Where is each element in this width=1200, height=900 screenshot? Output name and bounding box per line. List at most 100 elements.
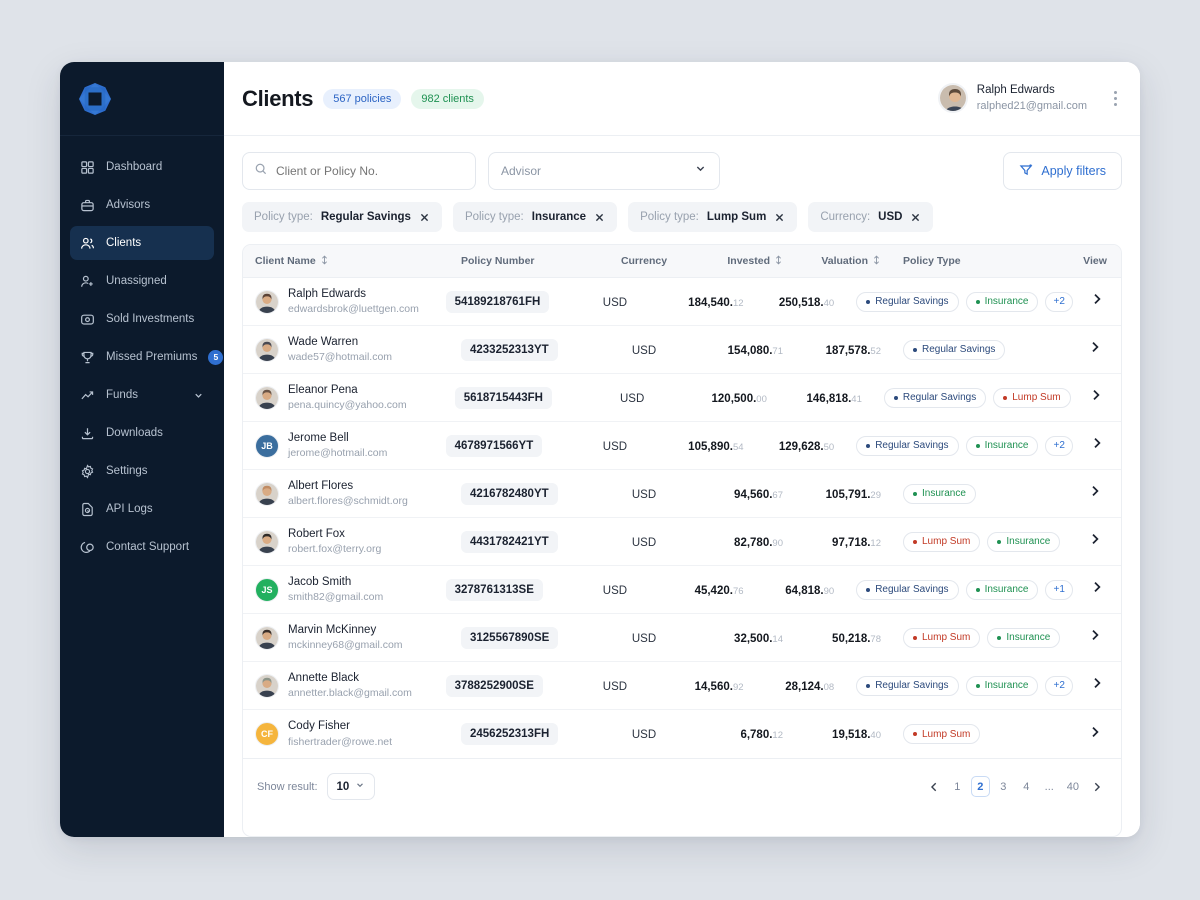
pagination-page-button[interactable]: 40: [1063, 776, 1083, 797]
chevron-right-icon[interactable]: [1090, 580, 1104, 599]
page-size-select[interactable]: 10: [327, 773, 376, 800]
sidebar-item-unassigned[interactable]: Unassigned: [70, 264, 214, 298]
policy-type-tag: Lump Sum: [903, 628, 980, 648]
sidebar-item-dashboard[interactable]: Dashboard: [70, 150, 214, 184]
pagination-page-button[interactable]: 1: [948, 776, 967, 797]
more-options-icon[interactable]: [1106, 91, 1124, 106]
cell-policy-type: Lump Sum: [881, 724, 1069, 744]
policy-type-label: Insurance: [985, 680, 1029, 691]
user-profile[interactable]: Ralph Edwards ralphed21@gmail.com: [938, 83, 1124, 113]
table-row[interactable]: Annette Blackannetter.black@gmail.com378…: [243, 662, 1121, 710]
chevron-right-icon[interactable]: [1090, 436, 1104, 455]
cell-view[interactable]: [1069, 340, 1121, 359]
chevron-down-icon[interactable]: [193, 390, 204, 401]
chevron-right-icon[interactable]: [1088, 484, 1102, 503]
remove-filter-icon[interactable]: [910, 212, 921, 223]
chevron-right-icon[interactable]: [1090, 292, 1104, 311]
remove-filter-icon[interactable]: [594, 212, 605, 223]
apply-filters-button[interactable]: Apply filters: [1003, 152, 1122, 190]
trophy-icon: [80, 350, 95, 365]
column-header-client-name[interactable]: Client Name: [243, 255, 461, 268]
table-row[interactable]: JBJerome Belljerome@hotmail.com467897156…: [243, 422, 1121, 470]
invested-amount: 45,420.76: [695, 585, 744, 597]
cell-view[interactable]: [1071, 388, 1121, 407]
table-row[interactable]: Eleanor Penapena.quincy@yahoo.com5618715…: [243, 374, 1121, 422]
column-header-invested[interactable]: Invested: [685, 255, 783, 268]
sidebar-item-funds[interactable]: Funds: [70, 378, 214, 412]
pagination-page-button[interactable]: 4: [1017, 776, 1036, 797]
filter-chip[interactable]: Policy type:Lump Sum: [628, 202, 797, 232]
policy-type-label: Regular Savings: [875, 584, 948, 595]
cell-invested: 105,890.54: [653, 437, 744, 455]
cell-invested: 32,500.14: [685, 629, 783, 647]
advisor-select[interactable]: Advisor: [488, 152, 720, 190]
pagination-prev-button[interactable]: [924, 776, 944, 797]
pagination-page-button[interactable]: 3: [994, 776, 1013, 797]
chevron-right-icon[interactable]: [1088, 725, 1102, 744]
sort-icon: [872, 255, 881, 268]
chevron-right-icon[interactable]: [1088, 532, 1102, 551]
sidebar-item-api-logs[interactable]: API Logs: [70, 492, 214, 526]
chevron-right-icon[interactable]: [1088, 628, 1102, 647]
sidebar-item-missed-premiums[interactable]: Missed Premiums 5: [70, 340, 214, 374]
cell-invested: 6,780.12: [685, 725, 783, 743]
policy-type-tag: Insurance: [987, 628, 1060, 648]
policy-type-more-tag[interactable]: +1: [1045, 580, 1072, 600]
search-box[interactable]: [242, 152, 476, 190]
sidebar-item-sold-investments[interactable]: Sold Investments: [70, 302, 214, 336]
cell-view[interactable]: [1069, 484, 1121, 503]
policy-number: 54189218761FH: [446, 291, 550, 313]
sidebar-item-settings[interactable]: Settings: [70, 454, 214, 488]
policy-type-more-tag[interactable]: +2: [1045, 676, 1072, 696]
cell-policy-number: 3278761313SE: [446, 579, 577, 601]
pagination-page-button[interactable]: 2: [971, 776, 990, 797]
cell-view[interactable]: [1073, 676, 1121, 695]
search-input[interactable]: [276, 164, 464, 178]
cell-client-name: JBJerome Belljerome@hotmail.com: [243, 431, 446, 461]
avatar-initials: JB: [261, 441, 273, 451]
main-area: Clients 567 policies 982 clients Ralph E…: [224, 62, 1140, 837]
cell-view[interactable]: [1069, 725, 1121, 744]
chevron-right-icon[interactable]: [1090, 676, 1104, 695]
filter-chip[interactable]: Policy type:Regular Savings: [242, 202, 442, 232]
invested-amount: 105,890.54: [688, 441, 743, 453]
column-label: Policy Type: [903, 255, 961, 267]
table-footer: Show result: 10 1234...40: [243, 758, 1121, 814]
sidebar-item-downloads[interactable]: Downloads: [70, 416, 214, 450]
chevron-right-icon[interactable]: [1089, 388, 1103, 407]
valuation-decimal: 29: [870, 490, 881, 501]
sidebar-item-contact-support[interactable]: Contact Support: [70, 530, 214, 564]
table-row[interactable]: Robert Foxrobert.fox@terry.org4431782421…: [243, 518, 1121, 566]
table-row[interactable]: Wade Warrenwade57@hotmail.com4233252313Y…: [243, 326, 1121, 374]
cell-view[interactable]: [1069, 532, 1121, 551]
cell-view[interactable]: [1073, 580, 1121, 599]
table-row[interactable]: Ralph Edwardsedwardsbrok@luettgen.com541…: [243, 278, 1121, 326]
sidebar-item-clients[interactable]: Clients: [70, 226, 214, 260]
column-header-valuation[interactable]: Valuation: [783, 255, 881, 268]
table-row[interactable]: CFCody Fisherfishertrader@rowe.net245625…: [243, 710, 1121, 758]
remove-filter-icon[interactable]: [774, 212, 785, 223]
policy-type-more-tag[interactable]: +2: [1045, 292, 1072, 312]
filter-chip[interactable]: Currency:USD: [808, 202, 933, 232]
remove-filter-icon[interactable]: [419, 212, 430, 223]
table-row[interactable]: Marvin McKinneymckinney68@gmail.com31255…: [243, 614, 1121, 662]
content-area: Advisor Apply filters Policy type:Regula…: [224, 136, 1140, 837]
table-row[interactable]: Albert Floresalbert.flores@schmidt.org42…: [243, 470, 1121, 518]
status-dot-icon: [976, 444, 980, 448]
chevron-right-icon[interactable]: [1088, 340, 1102, 359]
sidebar-item-advisors[interactable]: Advisors: [70, 188, 214, 222]
invested-decimal: 71: [772, 346, 783, 357]
cell-view[interactable]: [1073, 292, 1121, 311]
client-name: Cody Fisher: [288, 719, 392, 735]
currency-value: USD: [632, 729, 656, 741]
pagination-next-button[interactable]: [1087, 776, 1107, 797]
currency-value: USD: [632, 489, 656, 501]
table-row[interactable]: JSJacob Smithsmith82@gmail.com3278761313…: [243, 566, 1121, 614]
filter-chip[interactable]: Policy type:Insurance: [453, 202, 617, 232]
policy-type-label: Insurance: [985, 296, 1029, 307]
policy-type-more-tag[interactable]: +2: [1045, 436, 1072, 456]
cell-view[interactable]: [1073, 436, 1121, 455]
briefcase-icon: [80, 198, 95, 213]
cell-policy-number: 54189218761FH: [446, 291, 577, 313]
cell-view[interactable]: [1069, 628, 1121, 647]
